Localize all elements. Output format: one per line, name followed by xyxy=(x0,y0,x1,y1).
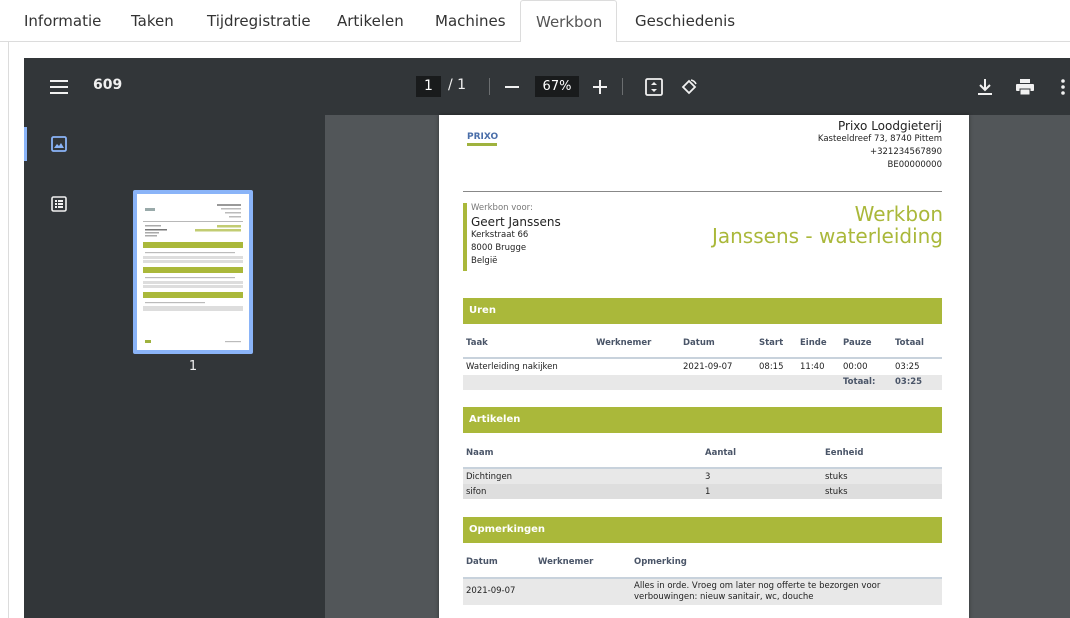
company-info: Prixo Loodgieterij Kasteeldreef 73, 8740… xyxy=(818,119,942,172)
table-row xyxy=(463,469,942,484)
toolbar-divider xyxy=(622,78,623,95)
article-cell-naam: sifon xyxy=(466,487,487,497)
tab-artikelen[interactable]: Artikelen xyxy=(322,0,419,42)
tab-taken[interactable]: Taken xyxy=(116,0,189,42)
customer-street: Kerkstraat 66 xyxy=(471,230,529,240)
col-header-start: Start xyxy=(759,338,784,348)
customer-name: Geert Janssens xyxy=(471,215,561,229)
document-title-block: Werkbon Janssens - waterleiding xyxy=(712,203,943,247)
remark-cell-opmerking-line2: verbouwingen: nieuw sanitair, wc, douche xyxy=(634,592,814,602)
col-header-taak: Taak xyxy=(466,338,488,348)
col-header-aantal: Aantal xyxy=(705,448,737,458)
section-opmerkingen: Opmerkingen xyxy=(463,517,942,543)
section-artikelen: Artikelen xyxy=(463,407,942,433)
company-address: Kasteeldreef 73, 8740 Pittem xyxy=(817,134,942,144)
zoom-out-icon[interactable] xyxy=(502,76,522,98)
hours-cell-pauze: 00:00 xyxy=(843,362,868,372)
header-underline xyxy=(463,357,942,359)
document-subject: Janssens - waterleiding xyxy=(711,224,943,248)
hours-cell-taak: Waterleiding nakijken xyxy=(466,362,558,372)
col-header-werknemer: Werknemer xyxy=(596,338,652,348)
tab-werkbon[interactable]: Werkbon xyxy=(520,0,617,43)
table-row xyxy=(463,484,942,499)
company-logo: PRIXO xyxy=(467,132,501,148)
page-total: / 1 xyxy=(448,77,467,93)
pdf-viewer: 609 1 / 1 67% 1 PRIXO Prixo Loodgieterij… xyxy=(24,58,1070,618)
rotate-icon[interactable] xyxy=(678,76,700,98)
company-vat: BE00000000 xyxy=(887,160,942,170)
more-icon[interactable] xyxy=(1056,76,1070,98)
download-icon[interactable] xyxy=(974,76,996,98)
customer-city: 8000 Brugge xyxy=(471,243,527,253)
customer-block: Werkbon voor: Geert Janssens Kerkstraat … xyxy=(463,203,683,271)
zoom-in-icon[interactable] xyxy=(590,76,610,98)
active-indicator xyxy=(24,127,27,161)
section-uren: Uren xyxy=(463,298,942,324)
zoom-input[interactable]: 67% xyxy=(535,76,579,97)
page-number-input[interactable]: 1 xyxy=(416,76,441,97)
article-cell-naam: Dichtingen xyxy=(466,472,513,482)
tab-machines[interactable]: Machines xyxy=(420,0,521,42)
header-divider xyxy=(463,191,942,192)
col-header-pauze: Pauze xyxy=(843,338,872,348)
hours-cell-einde: 11:40 xyxy=(800,362,825,372)
col-header-einde: Einde xyxy=(800,338,827,348)
hours-cell-datum: 2021-09-07 xyxy=(683,362,733,372)
page-thumbnail[interactable] xyxy=(133,190,253,354)
thumbnail-sidebar: 1 xyxy=(24,115,325,618)
thumbnail-page-number: 1 xyxy=(188,359,198,374)
document-page: PRIXO Prixo Loodgieterij Kasteeldreef 73… xyxy=(439,115,969,618)
thumbnails-icon[interactable] xyxy=(48,134,70,154)
document-type: Werkbon xyxy=(854,202,943,226)
hours-total-value: 03:25 xyxy=(895,377,923,387)
col-header-eenheid: Eenheid xyxy=(825,448,864,458)
hours-total-label: Totaal: xyxy=(843,377,876,387)
tab-informatie[interactable]: Informatie xyxy=(9,0,116,42)
article-cell-aantal: 1 xyxy=(705,487,711,497)
col-header-datum: Datum xyxy=(466,557,498,567)
toolbar-divider xyxy=(489,78,490,95)
tab-geschiedenis[interactable]: Geschiedenis xyxy=(620,0,750,42)
customer-label: Werkbon voor: xyxy=(471,203,533,213)
col-header-totaal: Totaal xyxy=(895,338,924,348)
hours-cell-start: 08:15 xyxy=(759,362,784,372)
article-cell-aantal: 3 xyxy=(705,472,711,482)
col-header-naam: Naam xyxy=(466,448,494,458)
company-phone: +321234567890 xyxy=(869,147,942,157)
col-header-werknemer: Werknemer xyxy=(538,557,594,567)
article-cell-eenheid: stuks xyxy=(825,472,848,482)
col-header-datum: Datum xyxy=(683,338,715,348)
hours-cell-totaal: 03:25 xyxy=(895,362,920,372)
menu-icon[interactable] xyxy=(48,77,70,97)
remark-cell-opmerking-line1: Alles in orde. Vroeg om later nog offert… xyxy=(634,581,881,591)
tab-tijdregistratie[interactable]: Tijdregistratie xyxy=(192,0,326,42)
remark-cell-datum: 2021-09-07 xyxy=(466,586,516,596)
outline-icon[interactable] xyxy=(48,194,70,214)
article-cell-eenheid: stuks xyxy=(825,487,848,497)
print-icon[interactable] xyxy=(1014,76,1036,98)
document-title: 609 xyxy=(93,77,123,93)
pdf-toolbar: 609 1 / 1 67% xyxy=(24,58,1070,115)
tab-bar: Informatie Taken Tijdregistratie Artikel… xyxy=(0,0,1070,43)
col-header-opmerking: Opmerking xyxy=(634,557,687,567)
customer-country: België xyxy=(471,256,498,266)
company-name: Prixo Loodgieterij xyxy=(838,119,942,133)
fit-page-icon[interactable] xyxy=(643,76,665,98)
